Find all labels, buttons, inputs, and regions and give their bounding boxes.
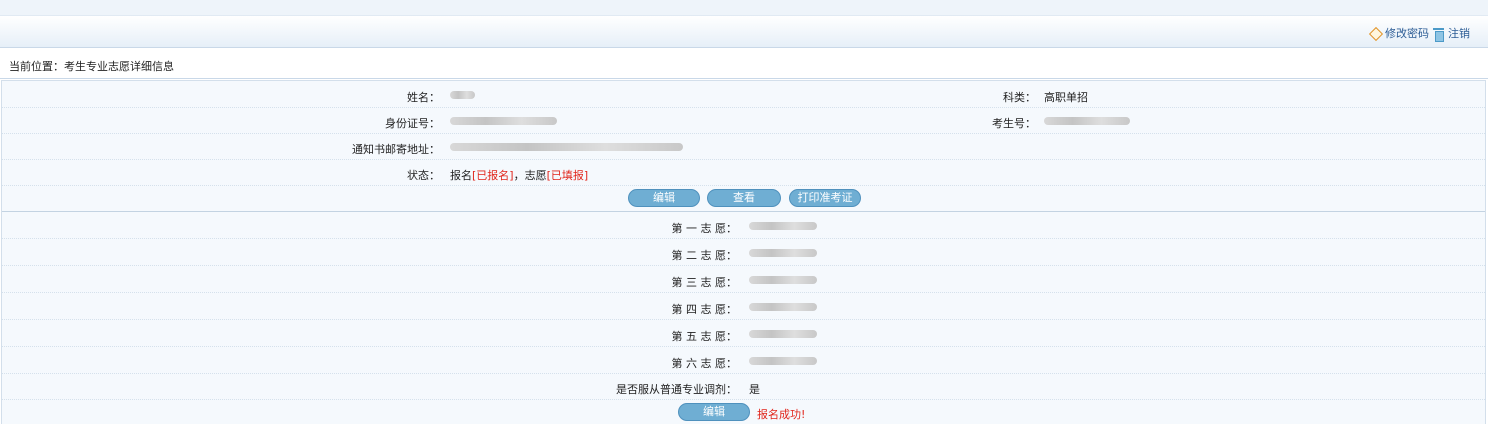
diamond-icon bbox=[1369, 27, 1381, 39]
category-value: 高职单招 bbox=[1044, 91, 1088, 104]
row-status: 状态： 报名[已报名]，志愿[已填报] bbox=[2, 160, 1485, 186]
print-ticket-button[interactable]: 打印准考证 bbox=[789, 189, 861, 207]
edit-button[interactable]: 编辑 bbox=[628, 189, 700, 207]
adjust-value: 是 bbox=[749, 383, 760, 396]
preference-value-redacted bbox=[749, 249, 817, 257]
status-pref-badge: [已填报] bbox=[546, 169, 589, 182]
preference-label: 第 三 志 愿： bbox=[671, 276, 738, 289]
preference-label: 第 五 志 愿： bbox=[671, 330, 738, 343]
account-links: 修改密码 注销 bbox=[1369, 25, 1470, 42]
status-reg-badge: [已报名] bbox=[472, 169, 514, 182]
preference-value-redacted bbox=[749, 330, 817, 338]
preference-value-redacted bbox=[749, 276, 817, 284]
name-label: 姓名： bbox=[407, 91, 440, 104]
address-value-redacted bbox=[450, 143, 683, 151]
preference-row: 第 三 志 愿： bbox=[2, 266, 1485, 293]
category-label: 科类： bbox=[1003, 91, 1036, 104]
breadcrumb: 当前位置：考生专业志愿详细信息 bbox=[0, 49, 1488, 79]
exam-no-label: 考生号： bbox=[992, 117, 1036, 130]
preference-row: 第 六 志 愿： bbox=[2, 347, 1485, 374]
row-adjust: 是否服从普通专业调剂： 是 bbox=[2, 374, 1485, 400]
trash-icon bbox=[1433, 27, 1444, 42]
top-band bbox=[0, 0, 1488, 16]
logout-link[interactable]: 注销 bbox=[1433, 25, 1470, 42]
row-actions: 编辑 查看 打印准考证 bbox=[2, 186, 1485, 211]
top-toolbar: 修改密码 注销 bbox=[0, 16, 1488, 48]
footer-edit-button[interactable]: 编辑 bbox=[678, 403, 750, 421]
preference-label: 第 二 志 愿： bbox=[671, 249, 738, 262]
id-label: 身份证号： bbox=[385, 117, 440, 130]
preference-row: 第 一 志 愿： bbox=[2, 212, 1485, 239]
success-message: 报名成功! bbox=[757, 408, 806, 421]
row-name-category: 姓名： 科类： 高职单招 bbox=[2, 81, 1485, 108]
preference-value-redacted bbox=[749, 357, 817, 365]
view-button[interactable]: 查看 bbox=[707, 189, 781, 207]
preference-value-redacted bbox=[749, 303, 817, 311]
exam-no-value-redacted bbox=[1044, 117, 1130, 125]
preference-row: 第 五 志 愿： bbox=[2, 320, 1485, 347]
preference-value-redacted bbox=[749, 222, 817, 230]
preference-row: 第 二 志 愿： bbox=[2, 239, 1485, 266]
adjust-label: 是否服从普通专业调剂： bbox=[616, 383, 737, 396]
status-separator: ， bbox=[513, 169, 525, 182]
row-id-examno: 身份证号： 考生号： bbox=[2, 108, 1485, 134]
preference-row: 第 四 志 愿： bbox=[2, 293, 1485, 320]
address-label: 通知书邮寄地址： bbox=[352, 143, 440, 156]
breadcrumb-text: 当前位置：考生专业志愿详细信息 bbox=[9, 60, 174, 73]
name-value-redacted bbox=[450, 91, 475, 99]
row-footer: 编辑 报名成功! bbox=[2, 400, 1485, 424]
preference-label: 第 一 志 愿： bbox=[671, 222, 738, 235]
id-value-redacted bbox=[450, 117, 557, 125]
change-password-label: 修改密码 bbox=[1385, 27, 1429, 40]
status-reg: 报名 bbox=[450, 169, 472, 182]
status-label: 状态： bbox=[407, 169, 440, 182]
status-value: 报名[已报名]，志愿[已填报] bbox=[450, 167, 588, 183]
row-address: 通知书邮寄地址： bbox=[2, 134, 1485, 160]
logout-label: 注销 bbox=[1448, 27, 1470, 40]
change-password-link[interactable]: 修改密码 bbox=[1369, 25, 1429, 41]
preference-label: 第 六 志 愿： bbox=[671, 357, 738, 370]
preference-label: 第 四 志 愿： bbox=[671, 303, 738, 316]
status-pref: 志愿 bbox=[524, 169, 547, 182]
detail-panel: 姓名： 科类： 高职单招 身份证号： 考生号： 通知书邮寄地址： 状态： 报名[… bbox=[1, 80, 1486, 424]
